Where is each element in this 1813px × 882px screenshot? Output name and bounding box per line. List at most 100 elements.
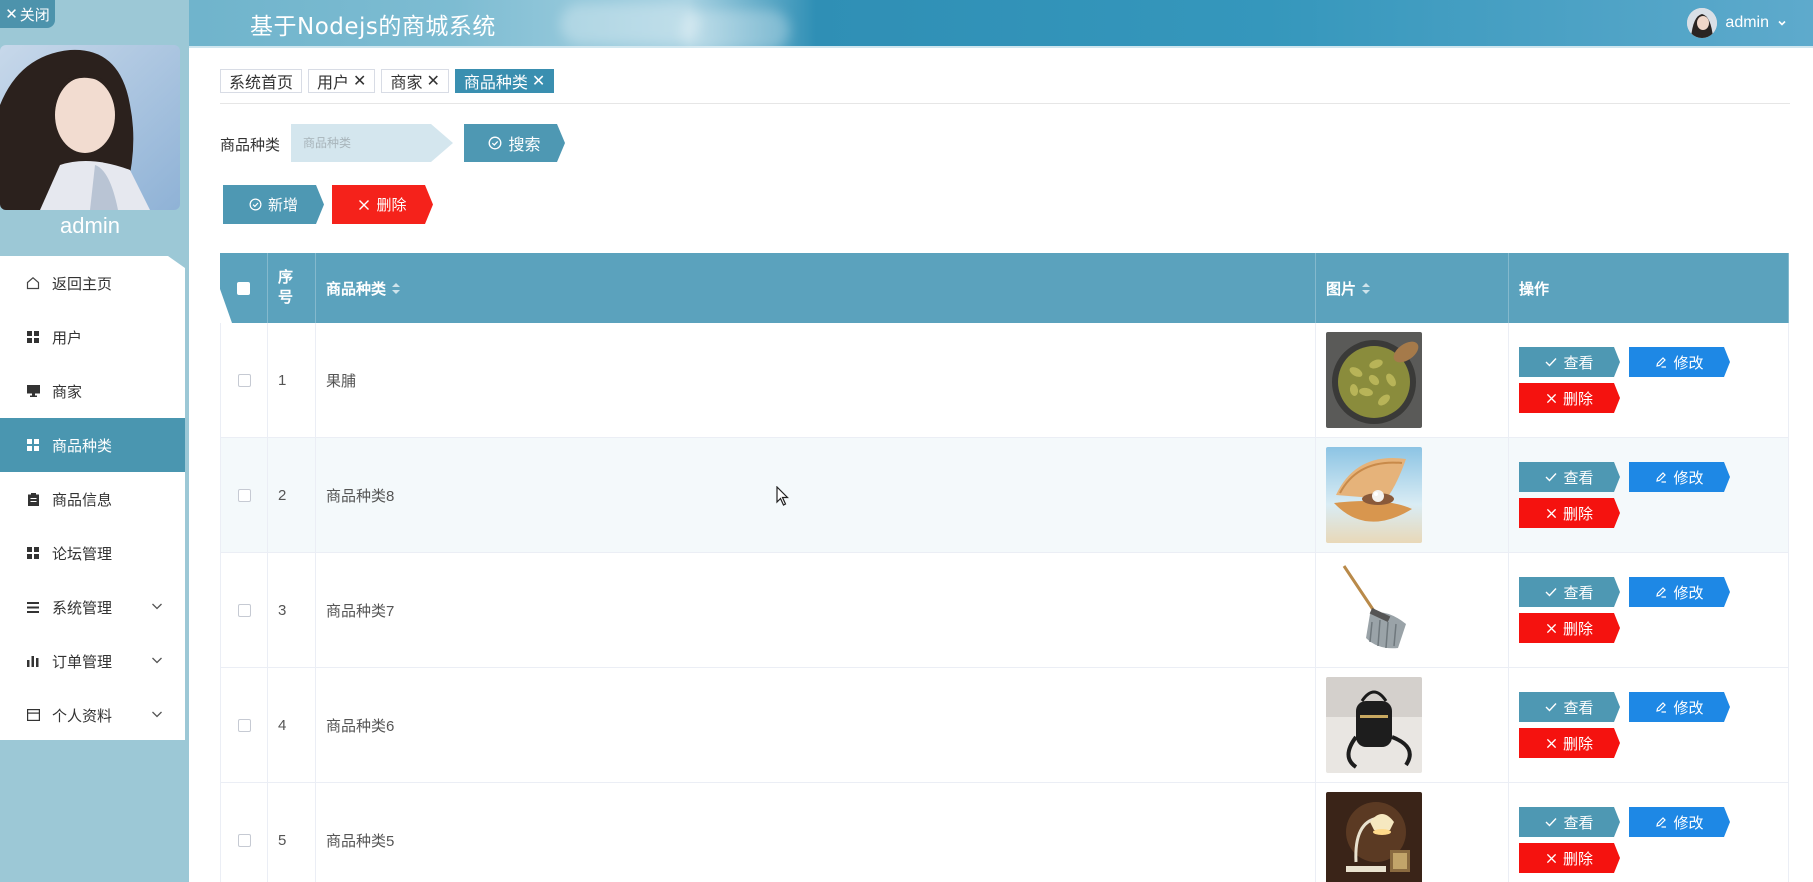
- grid-icon: [26, 438, 40, 452]
- monitor-icon: [26, 384, 40, 398]
- row-select-cell: [220, 438, 268, 552]
- dried-fruit-photo[interactable]: [1326, 332, 1422, 428]
- edit-button[interactable]: 修改: [1629, 347, 1730, 377]
- row-checkbox[interactable]: [237, 603, 251, 617]
- sidebar-menu: 返回主页 用户 商家 商品种类 商品信息 论坛管理 系统管理 订单管理 个人资料: [0, 256, 185, 740]
- search-button-label: 搜索: [508, 137, 541, 154]
- row-actions-cell: 查看 修改 删除: [1509, 438, 1789, 552]
- row-name: 果脯: [316, 323, 1316, 437]
- search-button[interactable]: 搜索: [464, 124, 565, 162]
- row-index: 5: [268, 783, 316, 882]
- delete-button[interactable]: 删除: [1519, 728, 1620, 758]
- sort-icon[interactable]: [1362, 282, 1371, 294]
- view-button-label: 查看: [1563, 699, 1594, 717]
- table-row: 3 商品种类7 查看 修改 删除: [220, 553, 1789, 668]
- delete-button[interactable]: 删除: [1519, 383, 1620, 413]
- sidebar-item-merchants[interactable]: 商家: [0, 364, 185, 418]
- edit-pen-icon: [1655, 701, 1667, 713]
- close-label: 关闭: [19, 6, 50, 24]
- close-sidebar-button[interactable]: ✕ 关闭: [0, 0, 55, 28]
- sidebar-item-orders[interactable]: 订单管理: [0, 634, 185, 688]
- lamp-photo[interactable]: [1326, 792, 1422, 882]
- table-row: 2 商品种类8 查看 修改 删除: [220, 438, 1789, 553]
- tab-users[interactable]: 用户 ✕: [308, 69, 376, 93]
- edit-pen-icon: [1655, 816, 1667, 828]
- column-header-name[interactable]: 商品种类: [316, 253, 1316, 323]
- delete-button-label: 删除: [376, 197, 407, 214]
- search-input[interactable]: [291, 124, 453, 162]
- view-button[interactable]: 查看: [1519, 347, 1620, 377]
- category-table: 序号 商品种类 图片 操作 1 果脯 查看 修改 删除 2 商品种类8 查看 修…: [220, 253, 1789, 882]
- tab-merchants[interactable]: 商家 ✕: [381, 69, 449, 93]
- sidebar-item-forum[interactable]: 论坛管理: [0, 526, 185, 580]
- check-icon: [1545, 817, 1557, 827]
- mouse-cursor-icon: [776, 486, 790, 506]
- sidebar-item-product-category[interactable]: 商品种类: [0, 418, 185, 472]
- sidebar-item-users[interactable]: 用户: [0, 310, 185, 364]
- delete-button[interactable]: 删除: [1519, 613, 1620, 643]
- tab-product-category[interactable]: 商品种类 ✕: [454, 69, 555, 93]
- add-button[interactable]: 新增: [223, 185, 324, 224]
- row-checkbox[interactable]: [237, 718, 251, 732]
- sidebar-item-profile[interactable]: 个人资料: [0, 688, 185, 740]
- column-header-label: 商品种类: [326, 280, 387, 298]
- table-row: 4 商品种类6 查看 修改 删除: [220, 668, 1789, 783]
- view-button[interactable]: 查看: [1519, 692, 1620, 722]
- list-icon: [26, 600, 40, 614]
- card-icon: [26, 708, 40, 722]
- edit-button-label: 修改: [1673, 584, 1704, 602]
- select-all-checkbox[interactable]: [237, 281, 250, 295]
- row-name: 商品种类8: [316, 438, 1316, 552]
- header-cloud-decoration: [680, 10, 790, 50]
- add-button-label: 新增: [267, 197, 298, 214]
- edit-button[interactable]: 修改: [1629, 577, 1730, 607]
- close-icon: [358, 199, 370, 211]
- close-icon[interactable]: ✕: [353, 71, 366, 91]
- row-checkbox[interactable]: [237, 833, 251, 847]
- sidebar-item-home[interactable]: 返回主页: [0, 256, 185, 310]
- sidebar-item-system[interactable]: 系统管理: [0, 580, 185, 634]
- sidebar-item-label: 用户: [52, 329, 83, 347]
- edit-button-label: 修改: [1673, 814, 1704, 832]
- row-actions-cell: 查看 修改 删除: [1509, 553, 1789, 667]
- edit-button[interactable]: 修改: [1629, 692, 1730, 722]
- view-button-label: 查看: [1563, 469, 1594, 487]
- edit-button[interactable]: 修改: [1629, 807, 1730, 837]
- batch-delete-button[interactable]: 删除: [332, 185, 433, 224]
- column-header-label: 操作: [1519, 280, 1550, 298]
- delete-button[interactable]: 删除: [1519, 498, 1620, 528]
- row-select-cell: [220, 668, 268, 782]
- delete-button-label: 删除: [1562, 620, 1593, 638]
- delete-button[interactable]: 删除: [1519, 843, 1620, 873]
- sidebar-item-label: 系统管理: [52, 599, 113, 617]
- column-header-image[interactable]: 图片: [1316, 253, 1509, 323]
- view-button[interactable]: 查看: [1519, 807, 1620, 837]
- close-icon[interactable]: ✕: [426, 71, 439, 91]
- top-header: 基于Nodejs的商城系统 admin: [0, 0, 1813, 50]
- row-checkbox[interactable]: [237, 488, 251, 502]
- view-button[interactable]: 查看: [1519, 462, 1620, 492]
- tab-label: 商家: [390, 75, 423, 92]
- tab-home[interactable]: 系统首页: [220, 69, 303, 93]
- edit-pen-icon: [1655, 586, 1667, 598]
- view-button[interactable]: 查看: [1519, 577, 1620, 607]
- row-select-cell: [220, 553, 268, 667]
- user-menu[interactable]: admin: [1687, 8, 1787, 38]
- close-icon: [1546, 738, 1557, 749]
- row-image-cell: [1316, 323, 1509, 437]
- row-checkbox[interactable]: [237, 373, 251, 387]
- table-row: 1 果脯 查看 修改 删除: [220, 323, 1789, 438]
- pearl-shell-photo[interactable]: [1326, 447, 1422, 543]
- close-icon[interactable]: ✕: [532, 71, 545, 91]
- edit-button[interactable]: 修改: [1629, 462, 1730, 492]
- black-bag-photo[interactable]: [1326, 677, 1422, 773]
- sidebar-item-product-info[interactable]: 商品信息: [0, 472, 185, 526]
- mop-photo[interactable]: [1326, 562, 1422, 658]
- tab-label: 商品种类: [463, 75, 528, 92]
- tab-label: 用户: [317, 75, 350, 92]
- row-index: 1: [268, 323, 316, 437]
- bar-chart-icon: [26, 654, 40, 668]
- view-button-label: 查看: [1563, 354, 1594, 372]
- header-username: admin: [1725, 14, 1769, 31]
- sort-icon[interactable]: [392, 282, 401, 294]
